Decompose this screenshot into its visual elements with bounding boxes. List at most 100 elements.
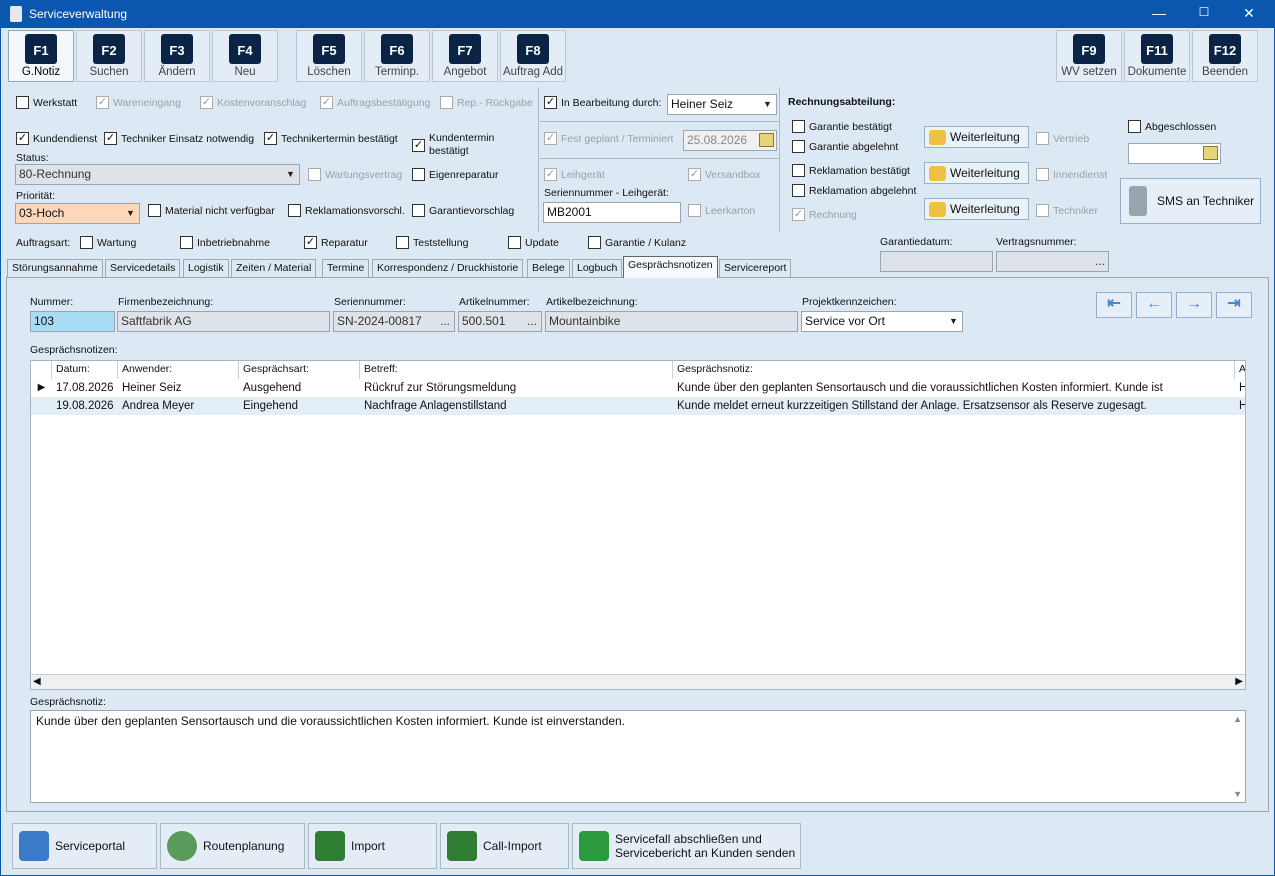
projektkennzeichen-select[interactable]: Service vor Ort ▼ [801,311,963,332]
wartungsvertrag-checkbox[interactable]: Wartungsvertrag [308,168,402,181]
import-button[interactable]: Import [308,823,437,869]
firma-field[interactable]: Saftfabrik AG [117,311,330,332]
prioritaet-select[interactable]: 03-Hoch ▼ [15,203,140,224]
in-bearbeitung-checkbox[interactable]: ✓ In Bearbeitung durch: [544,96,661,109]
col-datum[interactable]: Datum: [52,361,118,379]
wartung-checkbox[interactable]: Wartung [80,236,136,249]
wareneingang-checkbox[interactable]: ✓ Wareneingang [96,96,181,109]
reparatur-checkbox[interactable]: ✓ Reparatur [304,236,368,249]
f5-loeschen-button[interactable]: F5 Löschen [296,30,362,82]
f1-gnotiz-button[interactable]: F1 G.Notiz [8,30,74,82]
werkstatt-checkbox[interactable]: Werkstatt [16,96,77,109]
inbetriebnahme-checkbox[interactable]: Inbetriebnahme [180,236,270,249]
reklamation-abgelehnt-checkbox[interactable]: Reklamation abgelehnt [792,184,916,197]
sn-leihgeraet-input[interactable]: MB2001 [543,202,681,223]
artikelbezeichnung-field[interactable]: Mountainbike [545,311,798,332]
termin-date-field[interactable]: 25.08.2026 [683,130,777,151]
teststellung-checkbox[interactable]: Teststellung [396,236,468,249]
col-a[interactable]: A [1235,361,1245,379]
seriennummer-field[interactable]: SN-2024-00817... [333,311,455,332]
tab-termine[interactable]: Termine [322,259,370,277]
tab-zeiten-material[interactable]: Zeiten / Material [231,259,317,277]
table-row[interactable]: ▶ 17.08.2026 Heiner Seiz Ausgehend Rückr… [31,379,1245,397]
first-record-icon[interactable]: ⇤ [1096,292,1132,318]
kundendienst-checkbox[interactable]: ✓ Kundendienst [16,132,97,145]
update-checkbox[interactable]: Update [508,236,559,249]
techniker-einsatz-checkbox[interactable]: ✓ Techniker Einsatz notwendig [104,132,254,145]
col-anwender[interactable]: Anwender: [118,361,239,379]
ellipsis-button[interactable]: ... [440,314,450,328]
tab-servicedetails[interactable]: Servicedetails [105,259,181,277]
f3-aendern-button[interactable]: F3 Ändern [144,30,210,82]
row-header-col [31,361,52,379]
gespraechsnotiz-textarea[interactable]: Kunde über den geplanten Sensortausch un… [30,710,1246,803]
close-icon[interactable]: ✕ [1234,5,1264,23]
call-import-button[interactable]: Call-Import [440,823,569,869]
leerkarton-checkbox[interactable]: Leerkarton [688,204,755,217]
garantie-kulanz-checkbox[interactable]: Garantie / Kulanz [588,236,686,249]
reklamation-bestaetigt-checkbox[interactable]: Reklamation bestätigt [792,164,910,177]
f12-beenden-button[interactable]: F12 Beenden [1192,30,1258,82]
f4-neu-button[interactable]: F4 Neu [212,30,278,82]
eigenreparatur-checkbox[interactable]: Eigenreparatur [412,168,498,181]
tab-korrespondenz[interactable]: Korrespondenz / Druckhistorie [372,259,524,277]
vertrieb-checkbox[interactable]: Vertrieb [1036,132,1089,145]
technikertermin-checkbox[interactable]: ✓ Technikertermin bestätigt [264,132,398,145]
minimize-icon[interactable]: — [1144,5,1174,23]
leihgeraet-checkbox[interactable]: ✓ Leihgerät [544,168,605,181]
bearbeiter-select[interactable]: Heiner Seiz ▼ [667,94,777,115]
f9-wv-setzen-button[interactable]: F9 WV setzen [1056,30,1122,82]
weiterleitung-vertrieb-button[interactable]: Weiterleitung [924,126,1029,148]
horizontal-scrollbar[interactable]: ◀ ▶ [31,674,1245,689]
auftragsbestaetigung-checkbox[interactable]: ✓ Auftragsbestätigung [320,96,430,109]
tab-gespraechsnotizen[interactable]: Gesprächsnotizen [623,256,718,278]
col-betreff[interactable]: Betreff: [360,361,673,379]
f7-angebot-button[interactable]: F7 Angebot [432,30,498,82]
tab-servicereport[interactable]: Servicereport [719,259,792,277]
notes-grid[interactable]: Datum: Anwender: Gesprächsart: Betreff: … [30,360,1246,690]
rep-rueckgabe-checkbox[interactable]: Rep.- Rückgabe [440,96,533,109]
routenplanung-button[interactable]: Routenplanung [160,823,305,869]
prev-record-icon[interactable]: ← [1136,292,1172,318]
fest-geplant-checkbox[interactable]: ✓ Fest geplant / Terminiert [544,132,673,145]
garantievorschlag-checkbox[interactable]: Garantievorschlag [412,204,514,217]
tab-stoerungsannahme[interactable]: Störungsannahme [7,259,103,277]
last-record-icon[interactable]: ⇥ [1216,292,1252,318]
f6-terminp-button[interactable]: F6 Terminp. [364,30,430,82]
serviceportal-button[interactable]: Serviceportal [12,823,157,869]
nummer-field[interactable]: 103 [30,311,115,332]
weiterleitung-innendienst-button[interactable]: Weiterleitung [924,162,1029,184]
tab-logistik[interactable]: Logistik [183,259,229,277]
garantie-abgelehnt-checkbox[interactable]: Garantie abgelehnt [792,140,898,153]
ellipsis-button[interactable]: ... [527,314,537,328]
tab-belege[interactable]: Belege [527,259,570,277]
maximize-icon[interactable]: ☐ [1189,5,1219,23]
next-record-icon[interactable]: → [1176,292,1212,318]
ellipsis-button[interactable]: ... [1095,254,1105,268]
col-gespraechsart[interactable]: Gesprächsart: [239,361,360,379]
reklamationsvorschl-checkbox[interactable]: Reklamationsvorschl. [288,204,405,217]
abgeschlossen-checkbox[interactable]: Abgeschlossen [1128,120,1216,133]
f11-dokumente-button[interactable]: F11 Dokumente [1124,30,1190,82]
rechnung-checkbox[interactable]: ✓ Rechnung [792,208,857,221]
weiterleitung-techniker-button[interactable]: Weiterleitung [924,198,1029,220]
tab-logbuch[interactable]: Logbuch [572,259,623,277]
sms-techniker-button[interactable]: SMS an Techniker [1120,178,1261,224]
f8-auftrag-add-button[interactable]: F8 Auftrag Add [500,30,566,82]
innendienst-checkbox[interactable]: Innendienst [1036,168,1107,181]
col-gespraechsnotiz[interactable]: Gesprächsnotiz: [673,361,1235,379]
versandbox-checkbox[interactable]: ✓ Versandbox [688,168,760,181]
material-checkbox[interactable]: Material nicht verfügbar [148,204,275,217]
abgeschlossen-date-field[interactable] [1128,143,1221,164]
status-select[interactable]: 80-Rechnung ▼ [15,164,300,185]
garantiedatum-field[interactable] [880,251,993,272]
kostenvoranschlag-checkbox[interactable]: ✓ Kostenvoranschlag [200,96,306,109]
table-row[interactable]: 19.08.2026 Andrea Meyer Eingehend Nachfr… [31,397,1245,415]
kundentermin-checkbox[interactable]: ✓ Kundentermin bestätigt [412,132,509,158]
vertragsnummer-field[interactable]: ... [996,251,1109,272]
artikelnummer-field[interactable]: 500.501... [458,311,542,332]
techniker-checkbox[interactable]: Techniker [1036,204,1098,217]
garantie-bestaetigt-checkbox[interactable]: Garantie bestätigt [792,120,892,133]
f2-suchen-button[interactable]: F2 Suchen [76,30,142,82]
servicefall-abschliessen-button[interactable]: Servicefall abschließen und Serviceberich… [572,823,801,869]
